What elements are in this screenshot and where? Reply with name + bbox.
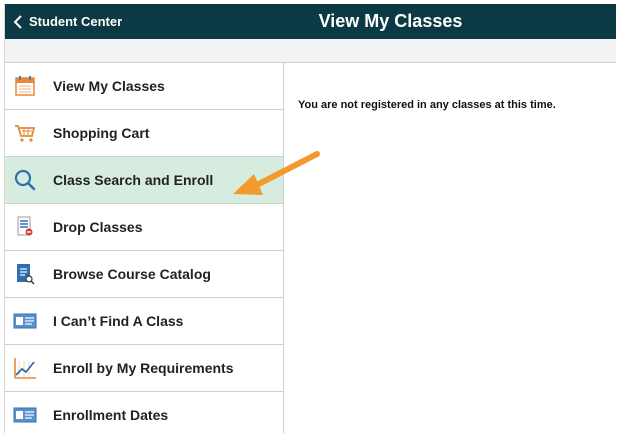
main-content: You are not registered in any classes at… (284, 63, 616, 433)
sidebar-item-drop-classes[interactable]: Drop Classes (5, 204, 283, 251)
sidebar-item-browse-course-catalog[interactable]: Browse Course Catalog (5, 251, 283, 298)
id-card-icon (13, 309, 37, 333)
sidebar-item-label: Browse Course Catalog (53, 266, 211, 282)
sidebar-item-label: Shopping Cart (53, 125, 150, 141)
app-frame: Student Center View My Classes View My C… (4, 4, 616, 433)
trend-chart-icon (13, 356, 37, 380)
no-classes-message: You are not registered in any classes at… (298, 99, 556, 111)
sidebar-item-enroll-by-my-requirements[interactable]: Enroll by My Requirements (5, 345, 283, 392)
sidebar-item-shopping-cart[interactable]: Shopping Cart (5, 110, 283, 157)
sidebar-item-enrollment-dates[interactable]: Enrollment Dates (5, 392, 283, 433)
search-icon (13, 168, 37, 192)
shopping-cart-icon (13, 121, 37, 145)
sidebar-item-label: I Can’t Find A Class (53, 313, 184, 329)
page-title: View My Classes (318, 11, 463, 31)
sidebar-item-label: Drop Classes (53, 219, 143, 235)
sidebar-item-i-cant-find-a-class[interactable]: I Can’t Find A Class (5, 298, 283, 345)
sub-toolbar (5, 39, 616, 63)
catalog-icon (13, 262, 37, 286)
sidebar-item-class-search-and-enroll[interactable]: Class Search and Enroll (5, 157, 283, 204)
drop-list-icon (13, 215, 37, 239)
sidebar-item-view-my-classes[interactable]: View My Classes (5, 63, 283, 110)
sidebar-item-label: Class Search and Enroll (53, 172, 214, 188)
calendar-icon (13, 74, 37, 98)
sidebar-item-label: Enroll by My Requirements (53, 360, 234, 376)
header-bar: Student Center View My Classes (5, 4, 616, 39)
sidebar-item-label: View My Classes (53, 78, 165, 94)
sidebar-item-label: Enrollment Dates (53, 407, 169, 423)
id-card-icon (13, 403, 37, 427)
sidebar-nav: View My Classes Shopping Cart Class Sear… (5, 63, 284, 433)
